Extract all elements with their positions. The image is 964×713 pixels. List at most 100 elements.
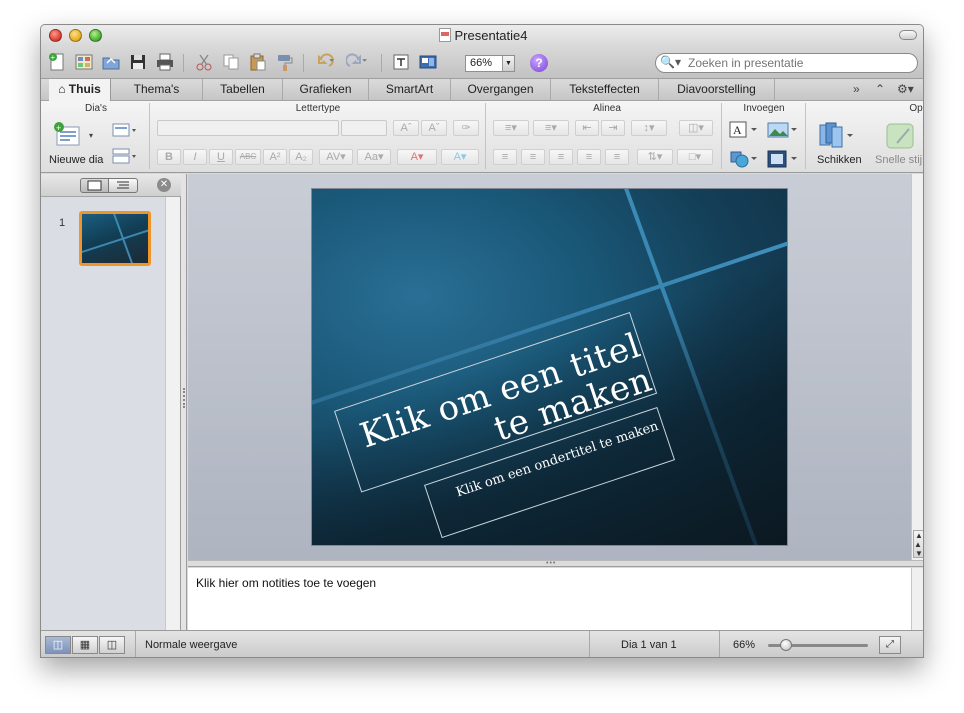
collapse-ribbon-icon[interactable]: ⌃ — [875, 82, 885, 96]
text-effect-icon[interactable]: A▾ — [441, 149, 479, 165]
bullets-icon[interactable]: ≡▾ — [493, 120, 529, 136]
tab-teksteffecten[interactable]: Teksteffecten — [551, 79, 659, 101]
format-painter-icon[interactable] — [275, 52, 295, 72]
media-browser-icon[interactable] — [418, 52, 438, 72]
insert-picture-icon[interactable] — [767, 120, 799, 140]
slide[interactable]: Klik om een titel te maken Klik om een o… — [311, 188, 788, 546]
slideshow-button[interactable]: ◫ — [99, 636, 125, 654]
slide-position: Dia 1 van 1 — [621, 639, 677, 651]
window-title-text: Presentatie4 — [454, 28, 528, 43]
splitter-dots-icon[interactable]: ••• — [546, 560, 556, 567]
panel-splitter[interactable] — [181, 174, 187, 630]
undo-icon[interactable] — [313, 52, 343, 72]
notes-placeholder[interactable]: Klik hier om notities toe te voegen — [196, 576, 376, 590]
save-icon[interactable] — [128, 52, 148, 72]
align-right-icon[interactable]: ≡ — [549, 149, 573, 165]
arrange-icon[interactable] — [817, 121, 857, 151]
slide-panel-scrollbar[interactable] — [165, 197, 180, 630]
tab-label: Thema's — [133, 82, 180, 96]
fit-to-window-icon[interactable]: ⤢ — [879, 636, 901, 654]
zoom-dropdown-icon[interactable]: ▼ — [502, 56, 514, 71]
paste-icon[interactable] — [248, 52, 268, 72]
line-spacing-icon[interactable]: ↕▾ — [631, 120, 667, 136]
strikethrough-icon[interactable]: ABC — [235, 149, 261, 165]
subscript-icon[interactable]: A₂ — [289, 149, 313, 165]
zoom-combobox[interactable]: 66% ▼ — [465, 55, 515, 72]
zoom-slider-knob[interactable] — [780, 639, 792, 651]
cut-icon[interactable] — [194, 52, 214, 72]
character-spacing-icon[interactable]: AV▾ — [319, 149, 353, 165]
zoom-value: 66% — [470, 57, 493, 69]
tab-label: Thuis — [68, 82, 101, 96]
font-color-icon[interactable]: A▾ — [397, 149, 437, 165]
align-left-icon[interactable]: ≡ — [493, 149, 517, 165]
tab-diavoorstelling[interactable]: Diavoorstelling — [659, 79, 775, 101]
gear-icon[interactable]: ⚙▾ — [897, 82, 914, 96]
section-icon[interactable] — [111, 147, 137, 165]
bold-icon[interactable]: B — [157, 149, 181, 165]
change-case-icon[interactable]: Aa▾ — [357, 149, 391, 165]
help-button[interactable]: ? — [530, 54, 548, 72]
slide-sorter-button[interactable]: ▦ — [72, 636, 98, 654]
status-zoom: 66% — [733, 639, 756, 651]
font-size-combobox[interactable] — [341, 120, 387, 136]
notes-pane[interactable]: Klik hier om notities toe te voegen — [188, 568, 911, 630]
tab-grafieken[interactable]: Grafieken — [283, 79, 369, 101]
slides-view-toggle[interactable] — [80, 178, 109, 193]
search-input[interactable] — [688, 55, 910, 71]
new-slide-dropdown-icon[interactable]: ▾ — [89, 131, 93, 140]
tab-overgangen[interactable]: Overgangen — [451, 79, 551, 101]
close-panel-icon[interactable]: ✕ — [157, 178, 171, 192]
clear-format-icon[interactable]: ✑ — [453, 120, 479, 136]
align-center-icon[interactable]: ≡ — [521, 149, 545, 165]
toolbar-toggle-button[interactable] — [899, 30, 917, 40]
group-title-slides: Dia's — [85, 103, 107, 114]
superscript-icon[interactable]: A² — [263, 149, 287, 165]
open-folder-icon[interactable] — [101, 52, 121, 72]
status-bar: ◫ ▦ ◫ Normale weergave Dia 1 van 1 66% ⤢ — [41, 630, 923, 657]
align-text-icon[interactable]: □▾ — [677, 149, 713, 165]
splitter-grip-icon[interactable] — [183, 388, 185, 408]
numbering-icon[interactable]: ≡▾ — [533, 120, 569, 136]
new-slide-icon[interactable]: + — [53, 121, 83, 149]
insert-shape-icon[interactable] — [729, 149, 759, 169]
notes-splitter[interactable]: ••• — [188, 560, 923, 567]
columns-icon[interactable]: ◫▾ — [679, 120, 713, 136]
slide-navigation-icon[interactable]: ▲▲▼▼ — [913, 530, 923, 558]
text-direction-icon[interactable]: ⇅▾ — [637, 149, 673, 165]
tab-label: Grafieken — [299, 82, 352, 96]
search-icon[interactable]: 🔍▾ — [660, 55, 681, 69]
insert-media-icon[interactable] — [767, 149, 799, 169]
grow-font-icon[interactable]: Aˆ — [393, 120, 419, 136]
gallery-icon[interactable] — [74, 52, 94, 72]
tab-label: Tabellen — [220, 82, 265, 96]
increase-indent-icon[interactable]: ⇥ — [601, 120, 625, 136]
insert-textbox-icon[interactable]: A — [729, 120, 759, 140]
notes-scrollbar[interactable] — [911, 568, 923, 630]
shrink-font-icon[interactable]: Aˇ — [421, 120, 447, 136]
more-tabs-icon[interactable]: » — [853, 82, 860, 96]
italic-icon[interactable]: I — [183, 149, 207, 165]
quick-styles-icon[interactable] — [883, 121, 919, 151]
tab-tabellen[interactable]: Tabellen — [203, 79, 283, 101]
underline-icon[interactable]: U — [209, 149, 233, 165]
slide-vertical-scrollbar[interactable]: ▲▲▼▼ — [911, 174, 923, 560]
outline-view-toggle[interactable] — [108, 178, 138, 193]
font-name-combobox[interactable] — [157, 120, 339, 136]
distributed-icon[interactable]: ≡ — [605, 149, 629, 165]
new-document-icon[interactable]: + — [47, 52, 67, 72]
slide-thumbnail[interactable] — [79, 211, 151, 266]
search-field[interactable]: 🔍▾ — [655, 53, 918, 73]
tab-themas[interactable]: Thema's — [111, 79, 203, 101]
copy-icon[interactable] — [221, 52, 241, 72]
textbox-icon[interactable] — [391, 52, 411, 72]
print-icon[interactable] — [155, 52, 175, 72]
tab-smartart[interactable]: SmartArt — [369, 79, 451, 101]
layout-icon[interactable] — [111, 121, 137, 139]
redo-icon[interactable] — [345, 52, 376, 72]
slide-panel-header: ✕ — [41, 174, 181, 197]
normal-view-button[interactable]: ◫ — [45, 636, 71, 654]
tab-thuis[interactable]: ⌂ Thuis — [49, 79, 111, 101]
justify-icon[interactable]: ≡ — [577, 149, 601, 165]
decrease-indent-icon[interactable]: ⇤ — [575, 120, 599, 136]
